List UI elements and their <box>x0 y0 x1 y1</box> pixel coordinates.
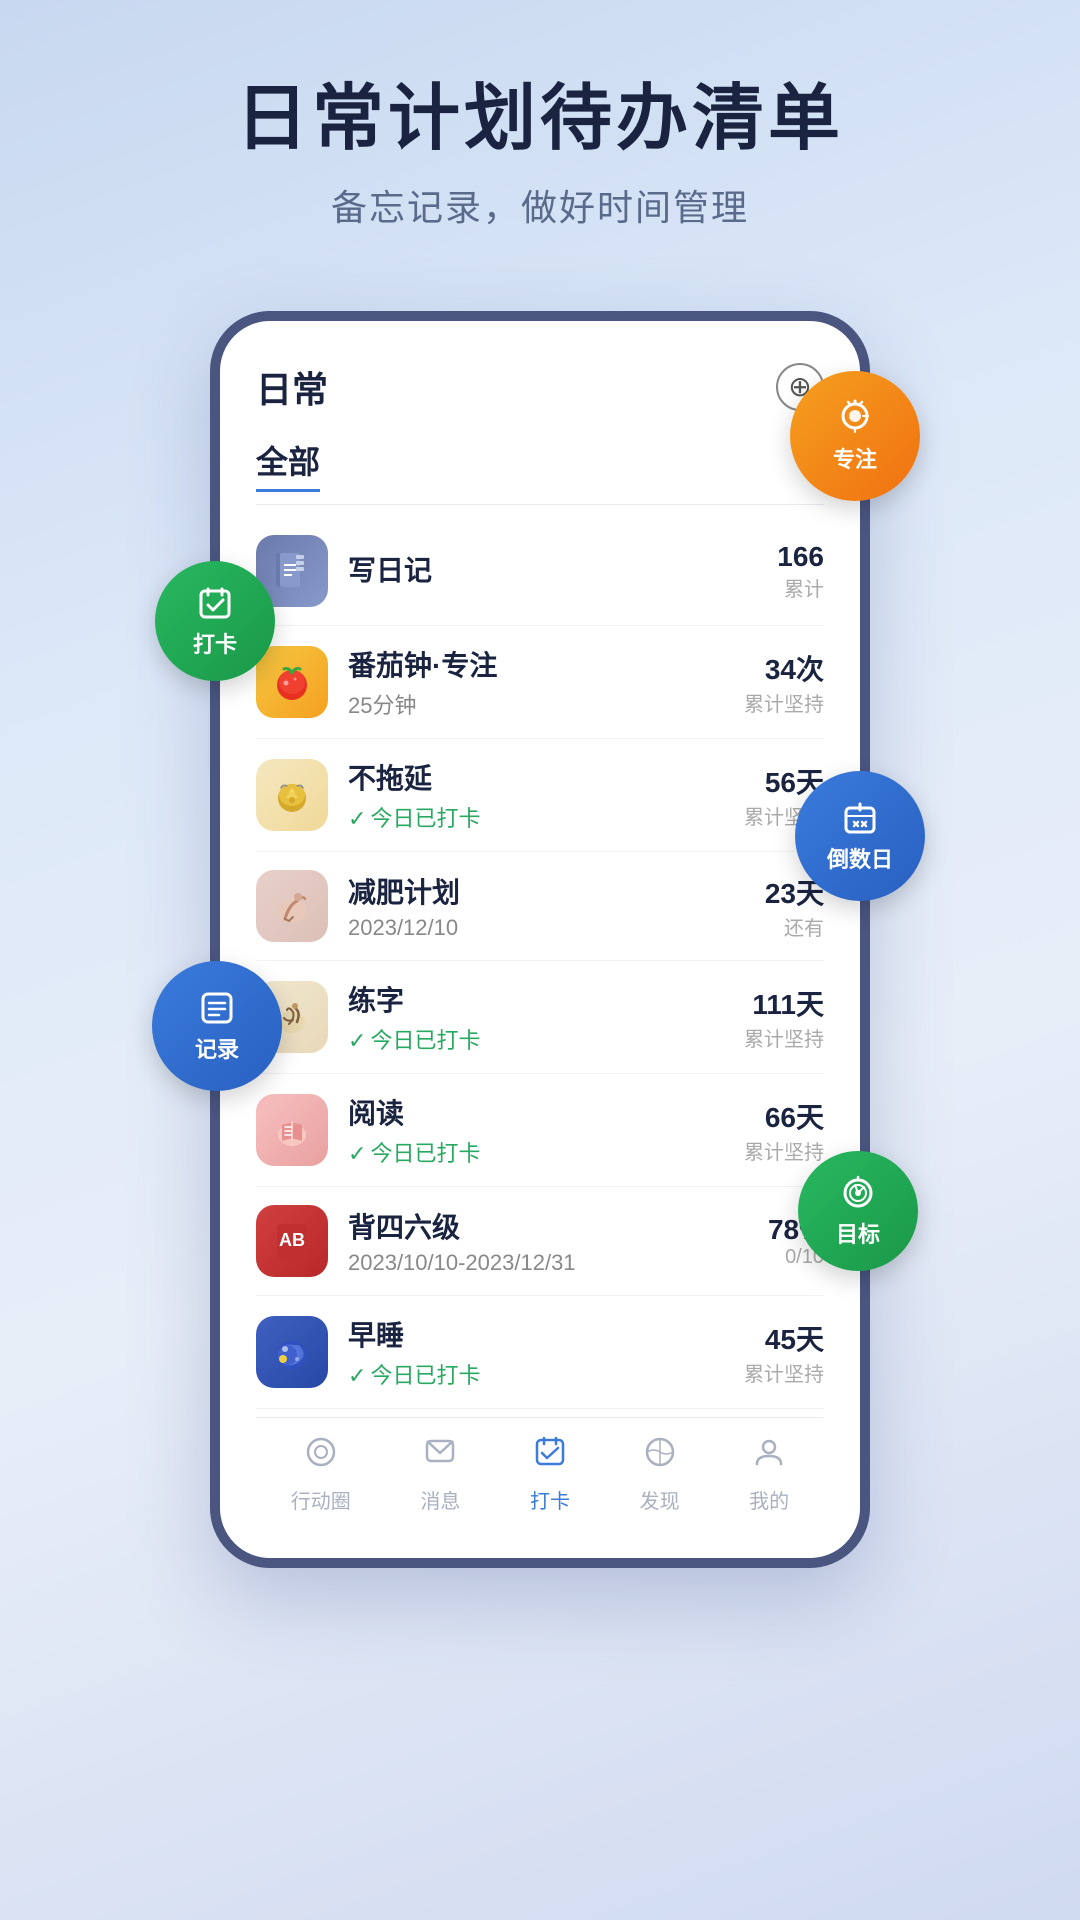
stat-main-tomato: 34次 <box>704 648 824 688</box>
task-name-vocab: 背四六级 <box>348 1206 704 1246</box>
header-divider <box>256 504 824 505</box>
nav-icon-action <box>303 1434 339 1479</box>
check-icon-reading: ✓ <box>348 1141 366 1166</box>
countdown-badge[interactable]: 倒数日 <box>795 771 925 901</box>
task-stats-fitness: 23天 还有 <box>704 872 824 941</box>
task-sub-vocab: 2023/10/10-2023/12/31 <box>348 1250 704 1276</box>
task-name-reading: 阅读 <box>348 1092 704 1132</box>
checkin-badge-label: 打卡 <box>193 627 237 659</box>
task-icon-vocab: AB <box>256 1205 328 1277</box>
focus-badge-label: 专注 <box>833 442 877 474</box>
nav-label-discover: 发现 <box>640 1485 680 1514</box>
nav-icon-checkin <box>532 1434 568 1479</box>
nav-icon-mine <box>751 1434 787 1479</box>
task-icon-noproc <box>256 759 328 831</box>
stat-sub-tomato: 累计坚持 <box>704 688 824 717</box>
task-name-fitness: 减肥计划 <box>348 871 704 911</box>
stat-sub-diary: 累计 <box>704 573 824 602</box>
task-info-calligraphy: 练字 ✓今日已打卡 <box>348 979 704 1055</box>
nav-item-message[interactable]: 消息 <box>420 1434 460 1514</box>
task-name-noproc: 不拖延 <box>348 757 704 797</box>
goal-badge[interactable]: 目标 <box>798 1151 918 1271</box>
nav-label-checkin: 打卡 <box>530 1485 570 1514</box>
task-info-diary: 写日记 <box>348 549 704 593</box>
task-item-tomato[interactable]: 番茄钟·专注 25分钟 34次 累计坚持 <box>256 626 824 739</box>
task-item-noproc[interactable]: 不拖延 ✓今日已打卡 56天 累计坚持 <box>256 739 824 852</box>
nav-item-checkin[interactable]: 打卡 <box>530 1434 570 1514</box>
stat-sub-fitness: 还有 <box>704 912 824 941</box>
task-stats-sleep: 45天 累计坚持 <box>704 1318 824 1387</box>
svg-text:AB: AB <box>279 1230 305 1250</box>
stat-main-fitness: 23天 <box>704 872 824 912</box>
task-item-diary[interactable]: 写日记 166 累计 <box>256 517 824 626</box>
app-header: 日常 ⊕ <box>256 361 824 413</box>
task-sub-sleep: ✓今日已打卡 <box>348 1358 704 1390</box>
check-icon-calligraphy: ✓ <box>348 1028 366 1053</box>
record-badge[interactable]: 记录 <box>152 961 282 1091</box>
task-name-sleep: 早睡 <box>348 1314 704 1354</box>
task-sub-fitness: 2023/12/10 <box>348 915 704 941</box>
phone-container: 专注 打卡 倒数日 记录 <box>210 311 870 1568</box>
bottom-nav: 行动圈 消息 <box>256 1417 824 1538</box>
tab-all[interactable]: 全部 <box>256 437 320 492</box>
stat-main-sleep: 45天 <box>704 1318 824 1358</box>
task-name-tomato: 番茄钟·专注 <box>348 644 704 684</box>
task-sub-noproc: ✓今日已打卡 <box>348 801 704 833</box>
check-icon-noproc: ✓ <box>348 806 366 831</box>
checkin-badge[interactable]: 打卡 <box>155 561 275 681</box>
task-item-reading[interactable]: 阅读 ✓今日已打卡 66天 累计坚持 <box>256 1074 824 1187</box>
phone-frame: 日常 ⊕ 全部 ≡ <box>210 311 870 1568</box>
stat-main-noproc: 56天 <box>704 761 824 801</box>
task-icon-fitness <box>256 870 328 942</box>
task-info-reading: 阅读 ✓今日已打卡 <box>348 1092 704 1168</box>
task-name-calligraphy: 练字 <box>348 979 704 1019</box>
task-sub-calligraphy: ✓今日已打卡 <box>348 1023 704 1055</box>
stat-sub-calligraphy: 累计坚持 <box>704 1023 824 1052</box>
nav-label-message: 消息 <box>420 1485 460 1514</box>
stat-main-reading: 66天 <box>704 1096 824 1136</box>
task-info-sleep: 早睡 ✓今日已打卡 <box>348 1314 704 1390</box>
nav-item-discover[interactable]: 发现 <box>640 1434 680 1514</box>
nav-icon-message <box>422 1434 458 1479</box>
nav-icon-discover <box>642 1434 678 1479</box>
task-icon-sleep <box>256 1316 328 1388</box>
task-info-noproc: 不拖延 ✓今日已打卡 <box>348 757 704 833</box>
task-name-diary: 写日记 <box>348 549 704 589</box>
task-stats-diary: 166 累计 <box>704 541 824 602</box>
task-icon-tomato <box>256 646 328 718</box>
task-item-vocab[interactable]: AB 背四六级 2023/10/10-2023/12/31 78% 0/10 <box>256 1187 824 1296</box>
stat-sub-reading: 累计坚持 <box>704 1136 824 1165</box>
countdown-badge-label: 倒数日 <box>827 842 893 874</box>
task-icon-reading <box>256 1094 328 1166</box>
header-section: 日常计划待办清单 备忘记录，做好时间管理 <box>0 0 1080 271</box>
check-icon-sleep: ✓ <box>348 1363 366 1388</box>
task-stats-tomato: 34次 累计坚持 <box>704 648 824 717</box>
stat-sub-sleep: 累计坚持 <box>704 1358 824 1387</box>
nav-item-action[interactable]: 行动圈 <box>291 1434 351 1514</box>
task-info-fitness: 减肥计划 2023/12/10 <box>348 871 704 941</box>
nav-label-mine: 我的 <box>749 1485 789 1514</box>
nav-label-action: 行动圈 <box>291 1485 351 1514</box>
goal-badge-label: 目标 <box>836 1217 880 1249</box>
tab-row: 全部 ≡ <box>256 437 824 492</box>
task-item-calligraphy[interactable]: 练字 ✓今日已打卡 111天 累计坚持 <box>256 961 824 1074</box>
stat-main-calligraphy: 111天 <box>704 983 824 1023</box>
task-info-tomato: 番茄钟·专注 25分钟 <box>348 644 704 720</box>
app-title: 日常 <box>256 361 328 413</box>
task-list: 写日记 166 累计 <box>256 517 824 1409</box>
task-sub-tomato: 25分钟 <box>348 688 704 720</box>
task-sub-reading: ✓今日已打卡 <box>348 1136 704 1168</box>
main-title: 日常计划待办清单 <box>60 80 1020 159</box>
focus-badge[interactable]: 专注 <box>790 371 920 501</box>
sub-title: 备忘记录，做好时间管理 <box>60 179 1020 231</box>
task-item-sleep[interactable]: 早睡 ✓今日已打卡 45天 累计坚持 <box>256 1296 824 1409</box>
record-badge-label: 记录 <box>195 1032 239 1064</box>
task-stats-reading: 66天 累计坚持 <box>704 1096 824 1165</box>
task-item-fitness[interactable]: 减肥计划 2023/12/10 23天 还有 <box>256 852 824 961</box>
task-stats-calligraphy: 111天 累计坚持 <box>704 983 824 1052</box>
task-info-vocab: 背四六级 2023/10/10-2023/12/31 <box>348 1206 704 1276</box>
nav-item-mine[interactable]: 我的 <box>749 1434 789 1514</box>
stat-main-diary: 166 <box>704 541 824 573</box>
stat-sub-vocab: 0/10 <box>704 1246 824 1269</box>
